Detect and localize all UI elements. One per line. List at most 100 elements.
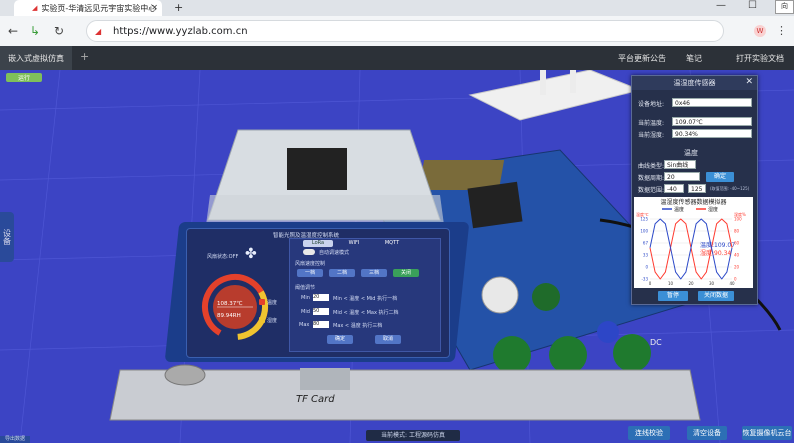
site-icon: ◢ (95, 26, 102, 36)
tab-favicon-icon: ◢ (32, 4, 38, 12)
wiring-check-button[interactable]: 连线校验 (628, 426, 670, 440)
reload-icon[interactable]: ↻ (54, 24, 64, 38)
x-tick: 0 (649, 281, 652, 286)
readout-hum: 湿度:90.34 (700, 249, 731, 257)
browser-tab[interactable]: ◢ 实验页-华清远见元宇宙实验中心 ✕ (14, 0, 162, 16)
close-icon[interactable]: ✕ (745, 77, 753, 87)
threshold-section: 阈值调节 (295, 285, 316, 291)
url-text: https://www.yyzlab.com.cn (113, 25, 248, 37)
min-label: Min (301, 295, 310, 301)
fan-status: 风扇状态:OFF (207, 254, 239, 260)
x-tick: 10 (668, 281, 674, 286)
dc-label: DC (650, 338, 662, 347)
series-line-1 (649, 218, 733, 280)
tab-wifi[interactable]: WIFI (339, 240, 369, 247)
y-tick-left: 125 (640, 217, 648, 222)
mid-input[interactable]: 50 (313, 308, 329, 315)
gear-3-button[interactable]: 三档 (361, 269, 387, 277)
new-tab-button[interactable]: + (174, 1, 183, 14)
max-label: Max (299, 322, 310, 328)
readout-temp: 温度:109.07 (700, 241, 735, 249)
profile-avatar[interactable]: W (754, 25, 766, 37)
y-tick-right: 100 (734, 217, 742, 222)
device-addr-input[interactable]: 0x46 (672, 98, 752, 107)
tab-title: 实验页-华清远见元宇宙实验中心 (41, 3, 157, 13)
mid-label: Mid (301, 309, 310, 315)
x-tick: 40 (729, 281, 735, 286)
close-data-button[interactable]: 关闭数据 (698, 291, 734, 301)
y-tick-left: -33 (641, 277, 648, 282)
chart-title: 温湿度传感器数据模拟器 (660, 198, 726, 206)
device-addr-label: 设备地址: (638, 101, 665, 108)
data-range-label: 数据范围: (638, 187, 665, 194)
auto-mode-label: 自动调速模式 (319, 250, 350, 256)
close-window-tooltip: 向 (775, 0, 794, 14)
cur-temp-field: 109.07℃ (672, 117, 752, 126)
pause-button[interactable]: 暂停 (658, 291, 688, 301)
data-period-label: 数据周期: (638, 175, 665, 182)
gear-1-button[interactable]: 一档 (297, 269, 323, 277)
temp-legend-label: 温度 (267, 300, 278, 306)
menu-notes[interactable]: 笔记 (686, 53, 702, 64)
fan-speed-section: 风扇速度控制 (295, 261, 326, 267)
y-tick-right: 80 (734, 229, 740, 234)
app-toolbar (0, 46, 794, 70)
min-input[interactable]: 20 (313, 294, 329, 301)
threshold-ok-button[interactable]: 确定 (327, 335, 353, 344)
devices-side-tab[interactable]: 设备 (0, 212, 14, 262)
gauge-hum-value: 89.94RH (217, 313, 241, 319)
temp-section-label: 温度 (684, 149, 698, 157)
menu-announcements[interactable]: 平台更新公告 (618, 53, 666, 64)
temp-legend-swatch (259, 299, 265, 305)
back-icon[interactable]: ← (8, 24, 18, 38)
lcd-screen: 智能光照及温湿度控制系统 风扇状态:OFF ✤ 108.37℃ 89.94RH … (186, 228, 450, 358)
y-tick-right: 20 (734, 265, 740, 270)
mid-rule: Mid < 温度 < Max 执行二档 (333, 310, 399, 316)
sensor-panel-title: 温湿度传感器 (632, 76, 757, 90)
data-period-select[interactable]: 20 (664, 172, 700, 181)
close-tab-icon[interactable]: ✕ (151, 3, 158, 12)
sensor-chart: 温湿度传感器数据模拟器 温度 湿度 温度℃ 湿度% 125 100100 8067 6… (636, 198, 746, 286)
y-tick-left: 67 (643, 241, 649, 246)
add-tab-icon[interactable]: + (80, 50, 89, 63)
max-input[interactable]: 80 (313, 321, 329, 328)
max-rule: Max < 温度 执行三档 (333, 323, 383, 329)
more-menu-icon[interactable]: ⋮ (776, 24, 787, 37)
fan-icon: ✤ (245, 246, 257, 262)
auto-mode-toggle[interactable] (303, 249, 315, 255)
x-tick: 20 (688, 281, 694, 286)
run-mode-badge[interactable]: 运行 (6, 73, 42, 82)
curve-type-select[interactable]: Sin曲线 (664, 160, 696, 169)
gear-off-button[interactable]: 关闭 (393, 269, 419, 277)
app-tab[interactable]: 嵌入式虚拟仿真 (0, 46, 72, 70)
y-tick-left: 33 (643, 253, 649, 258)
gauge-temp-value: 108.37℃ (217, 301, 243, 307)
gear-2-button[interactable]: 二档 (329, 269, 355, 277)
range-min-input[interactable]: -40 (664, 184, 684, 193)
legend-label-temp: 温度 (674, 206, 684, 213)
tab-mqtt[interactable]: MQTT (377, 240, 407, 247)
tf-card-label: TF Card (296, 394, 335, 405)
minimize-icon[interactable]: — (716, 0, 726, 11)
tab-lora[interactable]: LoRa (303, 240, 333, 247)
x-tick: 30 (709, 281, 715, 286)
url-input[interactable]: ◢ https://www.yyzlab.com.cn (86, 20, 724, 42)
reset-camera-button[interactable]: 恢复摄像机云台 (742, 426, 792, 440)
cur-temp-label: 当前温度: (638, 120, 665, 127)
maximize-icon[interactable]: ☐ (748, 0, 757, 11)
confirm-button[interactable]: 确定 (706, 172, 734, 182)
legend-label-hum: 湿度 (708, 206, 718, 213)
min-rule: Min < 温度 < Mid 执行一档 (333, 296, 398, 302)
sensor-chart-box: 温湿度传感器数据模拟器 温度 湿度 温度℃ 湿度% 125 100 100 80 67 6… (634, 197, 753, 288)
y-tick-left: 100 (640, 229, 648, 234)
range-max-input[interactable]: 125 (688, 184, 706, 193)
hum-legend-label: 湿度 (267, 318, 278, 324)
temp-hum-gauge (202, 274, 268, 340)
curve-type-label: 曲线类型: (638, 163, 665, 170)
forward-icon[interactable]: ↳ (30, 24, 40, 38)
export-data-button[interactable]: 导出数据 (0, 436, 30, 443)
cur-hum-field: 90.34% (672, 129, 752, 138)
threshold-cancel-button[interactable]: 取消 (375, 335, 401, 344)
clear-devices-button[interactable]: 清空设备 (687, 426, 727, 440)
menu-open-doc[interactable]: 打开实验文档 (736, 53, 784, 64)
